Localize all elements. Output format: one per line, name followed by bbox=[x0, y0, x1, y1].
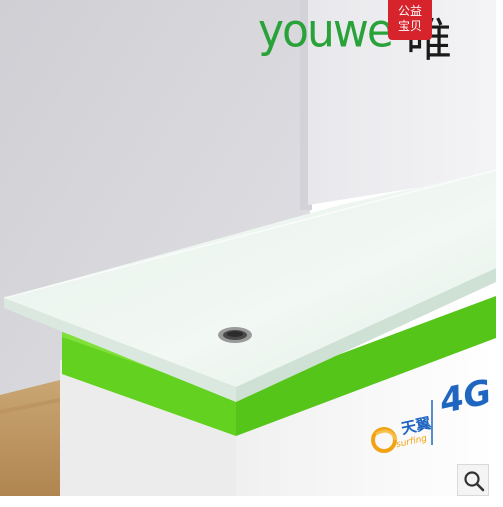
watermark-brand-latin: youwe bbox=[258, 4, 394, 59]
charity-badge: 公益 宝贝 bbox=[388, 0, 432, 40]
charity-badge-line1: 公益 bbox=[397, 4, 422, 18]
zoom-icon bbox=[464, 471, 485, 492]
charity-badge-line2: 宝贝 bbox=[397, 19, 422, 33]
floor bbox=[0, 380, 60, 496]
zoom-button[interactable] bbox=[457, 464, 489, 496]
